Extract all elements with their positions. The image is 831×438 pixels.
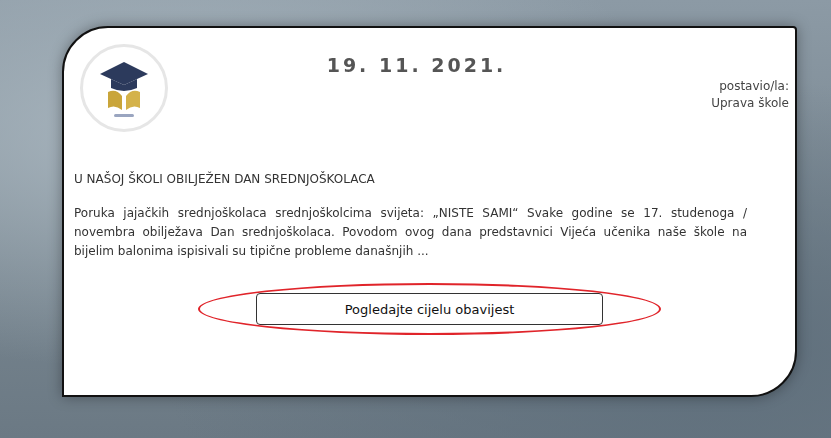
- notice-author: postavio/la:Uprava škole: [649, 78, 789, 112]
- notice-title: U NAŠOJ ŠKOLI OBILJEŽEN DAN SREDNJOŠKOLA…: [74, 172, 747, 186]
- notice-card: 19. 11. 2021.postavio/la:Uprava škole U N…: [62, 26, 797, 397]
- button-row: Pogledajte cijelu obavijest: [74, 283, 747, 335]
- notice-excerpt: Poruka jajačkih srednjoškolaca srednjošk…: [74, 204, 747, 261]
- notice-date: 19. 11. 2021.: [184, 54, 649, 76]
- notice-header: 19. 11. 2021.postavio/la:Uprava škole: [74, 44, 789, 132]
- page-background: 19. 11. 2021.postavio/la:Uprava škole U N…: [0, 0, 831, 438]
- author-label: postavio/la:: [649, 78, 789, 95]
- graduation-cap-icon: [84, 48, 164, 128]
- view-full-notice-button[interactable]: Pogledajte cijelu obavijest: [256, 293, 603, 325]
- button-wrap: Pogledajte cijelu obavijest: [198, 283, 661, 335]
- school-logo-icon: [80, 44, 168, 132]
- author-name: Uprava škole: [649, 95, 789, 112]
